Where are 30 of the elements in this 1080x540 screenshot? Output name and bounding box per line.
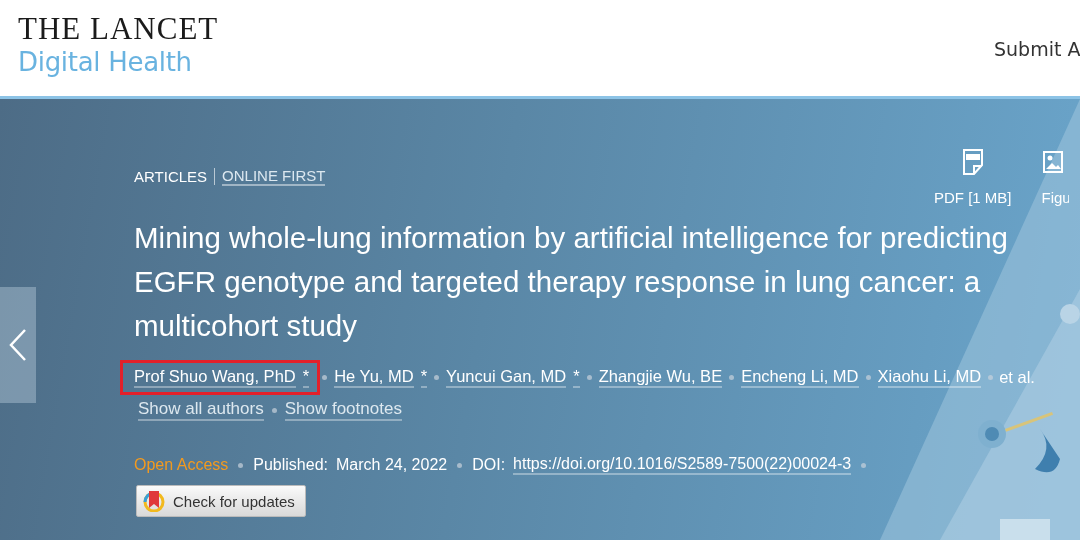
article-title: Mining whole-lung information by artificial intelligence for predicting EGFR genotype and targeted therapy response in lung cancer: a multicohort study <box>134 220 1009 344</box>
section-label: ARTICLES <box>134 168 208 185</box>
doi-link[interactable]: https://doi.org/10.1016/S2589-7500(22)00024-3 <box>513 455 852 475</box>
open-access-label: Open Access <box>134 456 229 474</box>
chevron-left-icon <box>9 328 27 362</box>
et-al-label: et al. <box>999 368 1035 387</box>
published-date: March 24, 2022 <box>336 456 448 474</box>
section-link[interactable]: ONLINE FIRST <box>222 167 326 186</box>
logo-subtitle[interactable]: Digital Health <box>18 44 219 80</box>
author-link[interactable]: Yuncui Gan, MD <box>446 367 567 388</box>
bookmark-badge-icon <box>143 490 165 512</box>
footnote-mark[interactable]: * <box>573 367 580 388</box>
author-link[interactable]: Zhangjie Wu, BE <box>598 367 723 388</box>
toggle-link[interactable]: Show all authors <box>138 399 264 421</box>
pdf-download-link[interactable]: PDF [1 MB] <box>934 149 1012 206</box>
toggle-link[interactable]: Show footnotes <box>284 399 402 421</box>
logo-title[interactable]: THE LANCET <box>18 14 219 44</box>
nav-link[interactable]: Submit A <box>986 38 1080 60</box>
image-icon <box>1041 149 1064 175</box>
author-link[interactable]: Xiaohu Li, MD <box>877 367 982 388</box>
footnote-mark[interactable]: * <box>420 367 428 388</box>
author-link[interactable]: Prof Shuo Wang, PhD <box>134 367 296 388</box>
author-link[interactable]: He Yu, MD <box>334 367 414 388</box>
previous-article-button[interactable] <box>0 287 36 403</box>
published-label: Published: <box>253 456 328 474</box>
footnote-mark[interactable]: * <box>302 367 310 388</box>
check-for-updates-button[interactable]: Check for updates <box>136 485 306 517</box>
pdf-file-icon <box>961 149 984 175</box>
doi-label: DOI: <box>472 456 506 474</box>
author-link[interactable]: Encheng Li, MD <box>741 367 859 388</box>
